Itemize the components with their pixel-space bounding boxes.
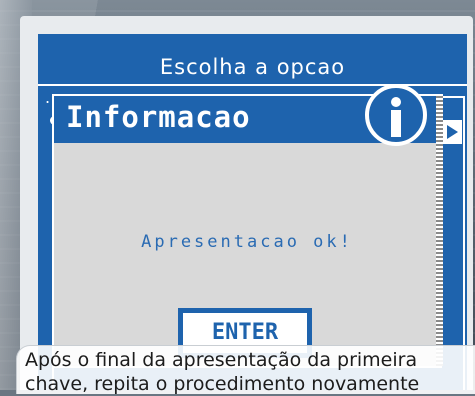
menu-marker: . bbox=[45, 88, 51, 107]
scroll-right-arrow-icon[interactable] bbox=[442, 120, 462, 144]
dialog-title: Informacao bbox=[66, 100, 251, 134]
caption-line-1: Após o final da apresentação da primeira bbox=[25, 349, 418, 371]
dialog-shadow-edge bbox=[436, 94, 443, 366]
device-screen: Escolha a opcao . Informacao Apresentaca… bbox=[38, 34, 467, 390]
menu-title: Escolha a opcao bbox=[159, 55, 346, 79]
instruction-caption: Após o final da apresentação da primeira… bbox=[16, 345, 475, 395]
caption-line-2: chave, repita o procedimento novamente bbox=[25, 373, 420, 395]
dialog-message: Apresentacao ok! bbox=[141, 232, 353, 252]
info-icon bbox=[365, 84, 427, 146]
